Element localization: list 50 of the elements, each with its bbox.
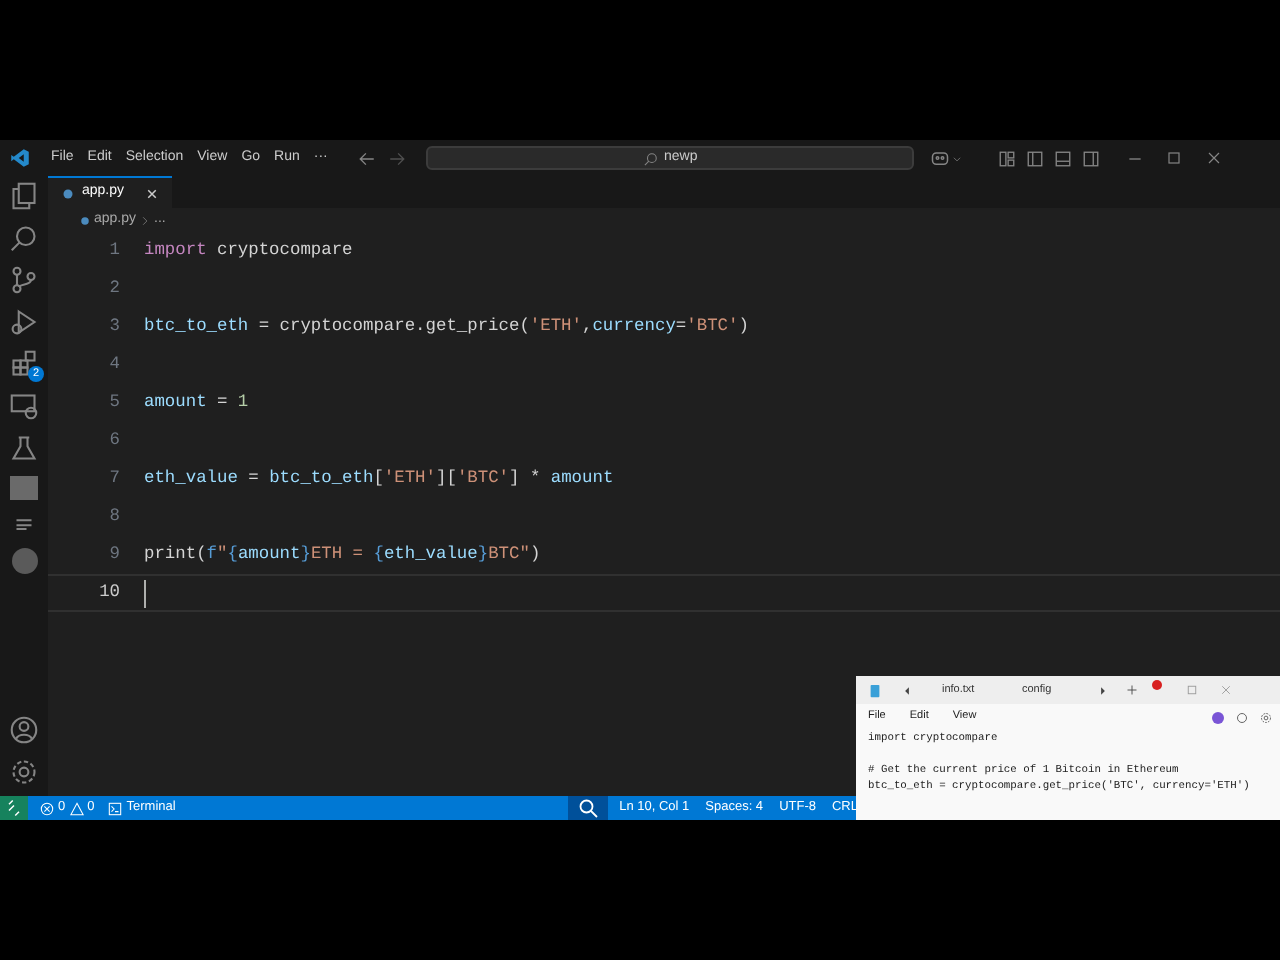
toggle-sidebar-icon[interactable] — [1026, 149, 1045, 167]
scroll-right-icon[interactable] — [1098, 685, 1108, 695]
remote-icon[interactable] — [0, 796, 28, 820]
notification-icon — [1152, 680, 1162, 690]
toggle-secondary-sidebar-icon[interactable] — [1082, 149, 1101, 167]
new-tab-icon[interactable] — [1126, 684, 1138, 696]
remote-explorer-icon[interactable] — [10, 392, 38, 420]
line-number: 8 — [107, 503, 120, 530]
line-number: 9 — [107, 541, 120, 568]
run-debug-icon[interactable] — [10, 308, 38, 336]
search-icon — [644, 151, 658, 165]
python-file-icon — [80, 215, 90, 225]
code-line: print(f"{amount}ETH = {eth_value}BTC") — [144, 541, 541, 568]
terminal-icon — [108, 801, 123, 815]
line-number: 6 — [107, 427, 120, 454]
zoom-icon[interactable] — [567, 796, 608, 820]
code-line: import cryptocompare — [144, 237, 353, 264]
explorer-icon[interactable] — [10, 182, 38, 210]
line-number: 3 — [107, 313, 120, 340]
extensions-icon[interactable] — [10, 350, 38, 378]
toggle-panel-icon[interactable] — [1054, 149, 1073, 167]
line-number: 2 — [107, 275, 120, 302]
maximize-icon[interactable] — [1166, 150, 1183, 166]
warning-icon — [69, 801, 84, 815]
customize-layout-icon[interactable] — [998, 149, 1017, 167]
app-logo-icon — [10, 148, 30, 168]
source-control-icon[interactable] — [10, 266, 38, 294]
account-icon[interactable] — [10, 716, 38, 744]
search-icon[interactable] — [10, 224, 38, 252]
line-number: 5 — [107, 389, 120, 416]
code-line: eth_value = btc_to_eth['ETH']['BTC'] * amount — [144, 465, 614, 492]
testing-flask-icon[interactable] — [10, 434, 38, 462]
line-number: 7 — [107, 465, 120, 492]
line-number: 1 — [107, 237, 120, 264]
chevron-right-icon — [140, 215, 151, 225]
close-icon[interactable] — [1206, 150, 1223, 166]
notepad-app-icon — [868, 683, 882, 697]
close-icon[interactable] — [146, 187, 158, 199]
settings-icon[interactable] — [10, 758, 38, 786]
line-number: 10 — [97, 579, 120, 606]
back-arrow-icon[interactable] — [358, 149, 377, 167]
code-line: btc_to_eth = cryptocompare.get_price('ETH',currency='BTC') — [144, 313, 749, 340]
error-icon — [40, 801, 54, 815]
line-number: 4 — [107, 351, 120, 378]
scroll-left-icon[interactable] — [902, 685, 912, 695]
python-file-icon — [62, 187, 74, 199]
text-cursor — [144, 579, 146, 607]
code-line: amount = 1 — [144, 389, 249, 416]
chevron-down-icon[interactable] — [952, 153, 963, 163]
settings-icon[interactable] — [1260, 711, 1272, 723]
